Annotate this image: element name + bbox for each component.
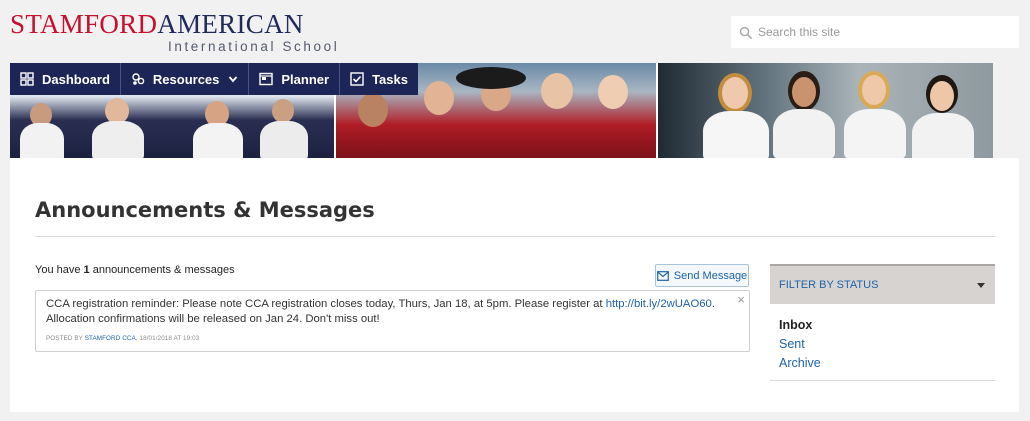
meta-prefix: POSTED BY <box>46 335 85 342</box>
message-count-summary: You have 1 announcements & messages <box>35 264 235 276</box>
nav-planner[interactable]: Planner <box>249 63 341 95</box>
title-divider <box>35 236 995 237</box>
author-link[interactable]: STAMFORD CCA <box>85 335 136 342</box>
content-card: Announcements & Messages You have 1 anno… <box>10 158 1019 412</box>
filter-heading: FILTER BY STATUS <box>779 279 879 291</box>
send-message-label: Send Message <box>673 269 748 282</box>
school-logo[interactable]: STAMFORDAMERICAN International School <box>10 8 340 56</box>
envelope-icon <box>656 270 669 281</box>
logo-wordmark: STAMFORDAMERICAN <box>10 8 304 40</box>
caret-down-icon <box>977 282 985 288</box>
search-box[interactable] <box>731 16 1019 48</box>
announcement-text: CCA registration reminder: Please note C… <box>46 297 726 327</box>
banner-photo-students-group <box>658 63 993 158</box>
summary-prefix: You have <box>35 264 84 276</box>
summary-suffix: announcements & messages <box>89 264 235 276</box>
filter-divider <box>770 380 995 381</box>
dashboard-grid-icon <box>20 72 34 86</box>
search-icon <box>739 26 752 39</box>
announcement-meta: POSTED BY STAMFORD CCA, 18/01/2018 AT 19… <box>46 335 199 342</box>
close-icon[interactable]: × <box>737 293 745 306</box>
filter-option-inbox[interactable]: Inbox <box>779 316 979 335</box>
filter-options: Inbox Sent Archive <box>779 316 979 373</box>
header-banner: Dashboard Resources Planner Tasks <box>10 63 993 158</box>
nav-planner-label: Planner <box>281 71 330 87</box>
announcement-link[interactable]: http://bit.ly/2wUAO60 <box>606 298 712 310</box>
filter-option-archive[interactable]: Archive <box>779 354 979 373</box>
chevron-down-icon <box>229 76 238 83</box>
logo-part-stamford: STAMFORD <box>10 9 158 39</box>
planner-icon <box>259 72 274 86</box>
resources-icon <box>132 73 145 85</box>
logo-part-american: AMERICAN <box>157 9 304 39</box>
meta-date: , 18/01/2018 AT 19:03 <box>135 335 200 342</box>
filter-option-sent[interactable]: Sent <box>779 335 979 354</box>
logo-subtitle: International School <box>168 39 340 54</box>
nav-tasks[interactable]: Tasks <box>340 63 418 95</box>
filter-by-status-dropdown[interactable]: FILTER BY STATUS <box>770 264 995 304</box>
nav-dashboard-label: Dashboard <box>42 71 110 87</box>
announcement-text-start: CCA registration reminder: Please note C… <box>46 298 606 310</box>
tasks-checkbox-icon <box>350 72 364 86</box>
nav-dashboard[interactable]: Dashboard <box>10 63 121 95</box>
send-message-button[interactable]: Send Message <box>655 264 749 287</box>
page-title: Announcements & Messages <box>35 198 375 222</box>
search-input[interactable] <box>758 25 998 39</box>
main-nav: Dashboard Resources Planner Tasks <box>10 63 418 95</box>
nav-resources-label: Resources <box>152 71 220 87</box>
nav-resources[interactable]: Resources <box>121 63 250 95</box>
announcement-item: CCA registration reminder: Please note C… <box>35 290 750 352</box>
nav-tasks-label: Tasks <box>372 71 408 87</box>
